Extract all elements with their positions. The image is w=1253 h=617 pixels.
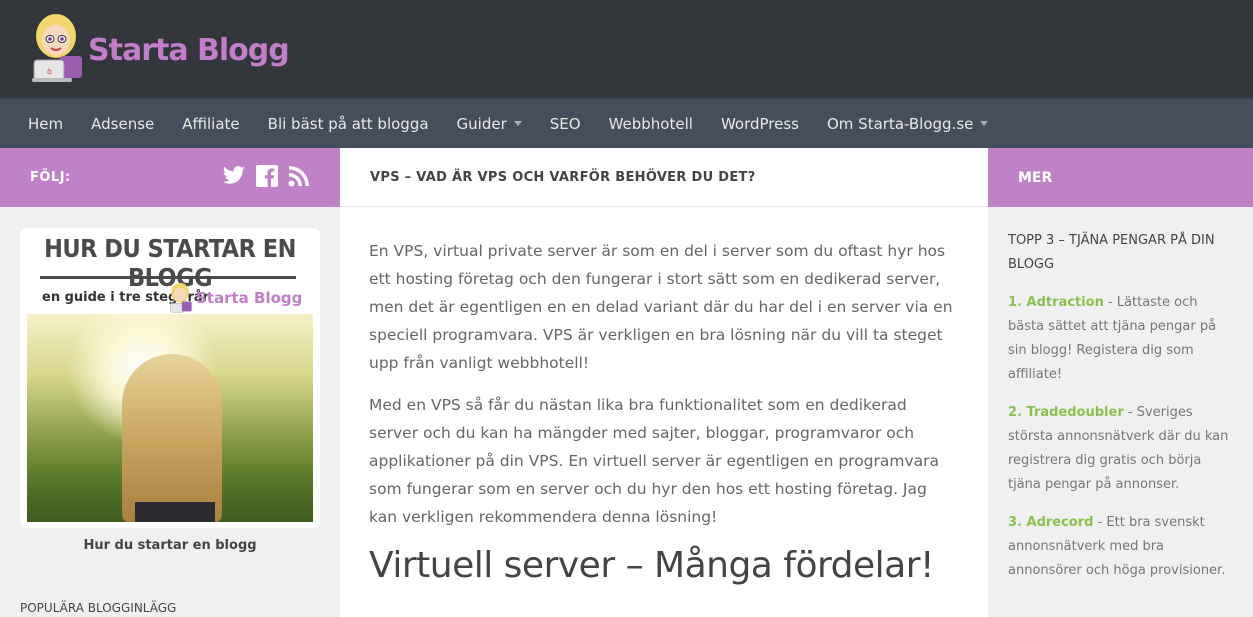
- nav-item-seo[interactable]: SEO: [536, 115, 595, 133]
- popular-posts-heading: POPULÄRA BLOGGINLÄGG: [20, 601, 177, 615]
- divider: [40, 276, 296, 279]
- logo-girl-icon: ꝺ: [30, 12, 86, 84]
- nav-label: Guider: [456, 114, 507, 133]
- post-title: VPS – VAD ÄR VPS OCH VARFÖR BEHÖVER DU D…: [370, 169, 756, 185]
- nav-item-guider[interactable]: Guider: [443, 115, 536, 133]
- post-body: En VPS, virtual private server är som en…: [340, 207, 988, 586]
- list-item: 3. Adrecord - Ett bra svenskt annonsnätv…: [1008, 511, 1233, 583]
- post-header: VPS – VAD ÄR VPS OCH VARFÖR BEHÖVER DU D…: [340, 148, 988, 207]
- mer-label: MER: [1018, 169, 1053, 186]
- site-logo[interactable]: ꝺ Starta Blogg: [30, 12, 290, 84]
- site-header: ꝺ Starta Blogg: [0, 0, 1253, 97]
- adtraction-link[interactable]: 1. Adtraction: [1008, 295, 1104, 310]
- nav-item-om[interactable]: Om Starta-Blogg.se: [813, 115, 1002, 133]
- nav-label: Bli bäst på att blogga: [267, 114, 429, 133]
- girl-figure: [122, 354, 222, 522]
- rss-icon[interactable]: [288, 165, 310, 191]
- post-paragraph: Med en VPS så får du nästan lika bra fun…: [369, 396, 940, 526]
- mer-bar: MER: [988, 148, 1253, 207]
- main-content: VPS – VAD ÄR VPS OCH VARFÖR BEHÖVER DU D…: [340, 148, 988, 617]
- chevron-down-icon: [980, 121, 989, 126]
- widget-title: TOPP 3 – TJÄNA PENGAR PÅ DIN BLOGG: [1008, 233, 1215, 272]
- guide-photo: [27, 314, 313, 522]
- list-item: 1. Adtraction - Lättaste och bästa sätte…: [1008, 291, 1233, 387]
- girl-skirt: [135, 502, 215, 522]
- nav-item-affiliate[interactable]: Affiliate: [168, 115, 253, 133]
- nav-item-adsense[interactable]: Adsense: [77, 115, 168, 133]
- right-sidebar: MER TOPP 3 – TJÄNA PENGAR PÅ DIN BLOGG 1…: [988, 148, 1253, 617]
- top3-widget: TOPP 3 – TJÄNA PENGAR PÅ DIN BLOGG 1. Ad…: [988, 207, 1253, 583]
- main-nav: Hem Adsense Affiliate Bli bäst på att bl…: [0, 97, 1253, 148]
- nav-label: SEO: [549, 114, 581, 133]
- nav-label: Om Starta-Blogg.se: [826, 114, 974, 133]
- list-item: 2. Tradedoubler - Sveriges största annon…: [1008, 401, 1233, 497]
- nav-label: Affiliate: [182, 114, 240, 133]
- guide-mini-logo: Starta Blogg: [168, 282, 302, 314]
- chevron-down-icon: [513, 121, 522, 126]
- post-subheading: Virtuell server – Många fördelar!: [369, 545, 934, 586]
- guide-caption[interactable]: Hur du startar en blogg: [0, 538, 340, 553]
- nav-label: Hem: [28, 114, 64, 133]
- guide-logo-text: Starta Blogg: [196, 289, 303, 307]
- tradedoubler-link[interactable]: 2. Tradedoubler: [1008, 405, 1124, 420]
- twitter-icon[interactable]: [222, 165, 246, 190]
- nav-label: Webbhotell: [608, 114, 693, 133]
- logo-text: Starta Blogg: [88, 32, 290, 68]
- nav-item-hem[interactable]: Hem: [14, 115, 77, 133]
- nav-item-webbhotell[interactable]: Webbhotell: [595, 115, 707, 133]
- nav-label: WordPress: [720, 114, 799, 133]
- logo-girl-icon: [170, 282, 192, 313]
- svg-text:ꝺ: ꝺ: [47, 67, 52, 76]
- follow-label: FÖLJ:: [30, 170, 71, 185]
- facebook-icon[interactable]: [256, 164, 278, 191]
- post-paragraph: En VPS, virtual private server är som en…: [369, 242, 953, 372]
- follow-bar: FÖLJ:: [0, 148, 340, 207]
- nav-item-wordpress[interactable]: WordPress: [707, 115, 813, 133]
- social-links: [222, 164, 310, 191]
- left-sidebar: FÖLJ: HUR DU STARTAR EN BLOGG en guide i…: [0, 148, 340, 617]
- nav-label: Adsense: [91, 114, 155, 133]
- adrecord-link[interactable]: 3. Adrecord: [1008, 515, 1093, 530]
- nav-item-bli-bast[interactable]: Bli bäst på att blogga: [254, 115, 443, 133]
- guide-banner[interactable]: HUR DU STARTAR EN BLOGG en guide i tre s…: [20, 228, 320, 528]
